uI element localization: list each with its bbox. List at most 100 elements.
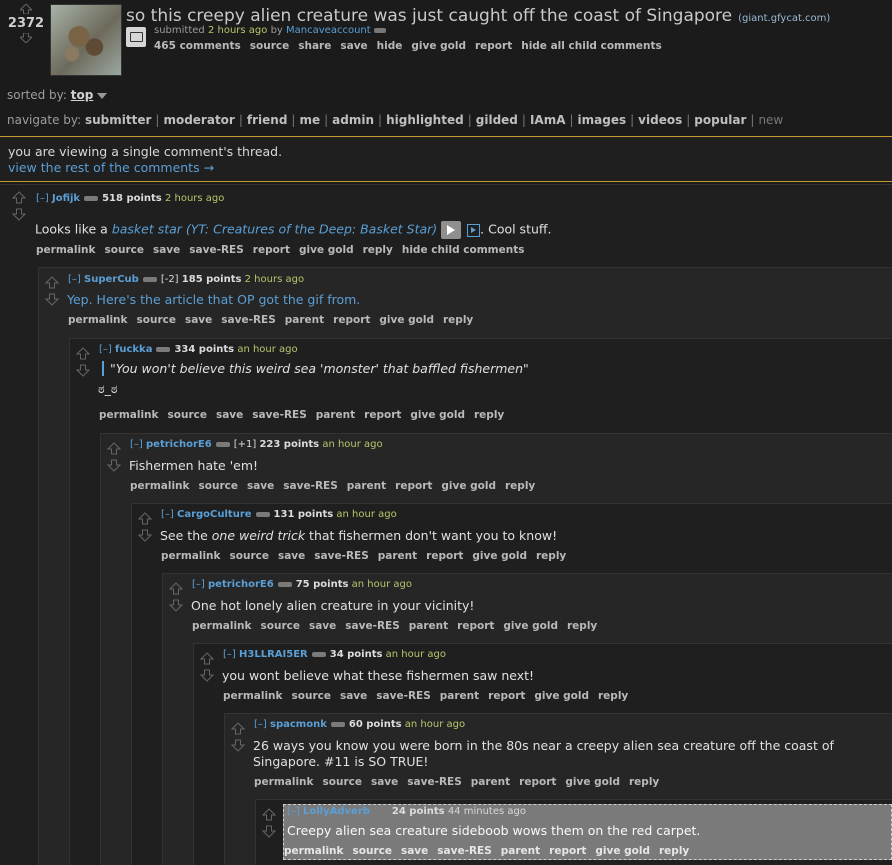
save-res-button[interactable]: save-RES xyxy=(376,690,430,702)
share-button[interactable]: share xyxy=(298,40,331,52)
comment-author[interactable]: petrichorE6 xyxy=(208,579,274,590)
source-button[interactable]: source xyxy=(292,690,331,702)
nav-moderator[interactable]: moderator xyxy=(163,113,234,127)
collapse-toggle[interactable]: [–] xyxy=(287,806,300,817)
vote-arrows-icon[interactable] xyxy=(231,722,245,752)
source-button[interactable]: source xyxy=(230,550,269,562)
parent-button[interactable]: parent xyxy=(471,776,510,788)
collapse-toggle[interactable]: [–] xyxy=(161,509,174,520)
reply-button[interactable]: reply xyxy=(629,776,659,788)
collapse-toggle[interactable]: [–] xyxy=(68,274,81,285)
permalink-button[interactable]: permalink xyxy=(99,409,159,421)
give-gold-button[interactable]: give gold xyxy=(534,690,589,702)
source-button[interactable]: source xyxy=(137,314,176,326)
post-domain[interactable]: (giant.gfycat.com) xyxy=(738,13,830,24)
permalink-button[interactable]: permalink xyxy=(254,776,314,788)
source-button[interactable]: source xyxy=(323,776,362,788)
chevron-down-icon[interactable] xyxy=(97,92,108,99)
save-button[interactable]: save xyxy=(401,845,428,857)
reply-button[interactable]: reply xyxy=(474,409,504,421)
save-button[interactable]: save xyxy=(309,620,336,632)
report-button[interactable]: report xyxy=(426,550,463,562)
comment-author[interactable]: H3LLRAI5ER xyxy=(239,649,308,660)
comments-button[interactable]: 465 comments xyxy=(154,40,241,52)
give-gold-button[interactable]: give gold xyxy=(410,409,465,421)
save-button[interactable]: save xyxy=(340,40,367,52)
post-title[interactable]: so this creepy alien creature was just c… xyxy=(126,6,732,26)
comment-author[interactable]: spacmonk xyxy=(270,719,327,730)
permalink-button[interactable]: permalink xyxy=(130,480,190,492)
hide-child-comments-button[interactable]: hide child comments xyxy=(402,244,525,256)
author-tag-icon[interactable] xyxy=(311,651,326,657)
nav-admin[interactable]: admin xyxy=(332,113,374,127)
save-res-button[interactable]: save-RES xyxy=(252,409,306,421)
permalink-button[interactable]: permalink xyxy=(192,620,252,632)
nav-gilded[interactable]: gilded xyxy=(476,113,518,127)
save-button[interactable]: save xyxy=(185,314,212,326)
save-res-button[interactable]: save-RES xyxy=(283,480,337,492)
save-button[interactable]: save xyxy=(153,244,180,256)
author-tag-icon[interactable] xyxy=(373,27,386,33)
parent-button[interactable]: parent xyxy=(285,314,324,326)
play-video-icon[interactable] xyxy=(441,221,462,239)
parent-button[interactable]: parent xyxy=(378,550,417,562)
vote-arrows-icon[interactable] xyxy=(76,347,90,377)
comment-author[interactable]: CargoCulture xyxy=(177,509,252,520)
permalink-button[interactable]: permalink xyxy=(284,845,344,857)
give-gold-button[interactable]: give gold xyxy=(379,314,434,326)
save-res-button[interactable]: save-RES xyxy=(437,845,491,857)
vote-arrows-icon[interactable] xyxy=(138,512,152,542)
give-gold-button[interactable]: give gold xyxy=(503,620,558,632)
author-tag-icon[interactable] xyxy=(255,511,270,517)
source-button[interactable]: source xyxy=(168,409,207,421)
save-button[interactable]: save xyxy=(216,409,243,421)
nav-images[interactable]: images xyxy=(578,113,627,127)
reply-button[interactable]: reply xyxy=(536,550,566,562)
reply-button[interactable]: reply xyxy=(659,845,689,857)
reply-button[interactable]: reply xyxy=(363,244,393,256)
permalink-button[interactable]: permalink xyxy=(223,690,283,702)
collapse-toggle[interactable]: [–] xyxy=(36,193,49,204)
basket-star-link[interactable]: basket star (YT: Creatures of the Deep: … xyxy=(112,222,437,237)
parent-button[interactable]: parent xyxy=(440,690,479,702)
reply-button[interactable]: reply xyxy=(505,480,535,492)
source-button[interactable]: source xyxy=(199,480,238,492)
reply-button[interactable]: reply xyxy=(443,314,473,326)
report-button[interactable]: report xyxy=(364,409,401,421)
give-gold-button[interactable]: give gold xyxy=(411,40,466,52)
save-button[interactable]: save xyxy=(340,690,367,702)
comment-author[interactable]: LollyAdverb xyxy=(303,806,370,817)
author-tag-icon[interactable] xyxy=(330,721,345,727)
collapse-toggle[interactable]: [–] xyxy=(192,579,205,590)
save-button[interactable]: save xyxy=(278,550,305,562)
nav-highlighted[interactable]: highlighted xyxy=(386,113,464,127)
nav-videos[interactable]: videos xyxy=(638,113,682,127)
author-tag-icon[interactable] xyxy=(277,581,292,587)
author-tag-icon[interactable] xyxy=(84,195,99,201)
collapse-toggle[interactable]: [–] xyxy=(223,649,236,660)
save-res-button[interactable]: save-RES xyxy=(221,314,275,326)
reply-button[interactable]: reply xyxy=(598,690,628,702)
article-link[interactable]: Yep. Here's the article that OP got the … xyxy=(67,292,360,307)
report-button[interactable]: report xyxy=(253,244,290,256)
view-rest-link[interactable]: view the rest of the comments → xyxy=(8,160,884,175)
author-tag-icon[interactable] xyxy=(142,276,157,282)
comment-author[interactable]: petrichorE6 xyxy=(146,439,212,450)
nav-iama[interactable]: IAmA xyxy=(530,113,566,127)
report-button[interactable]: report xyxy=(488,690,525,702)
give-gold-button[interactable]: give gold xyxy=(565,776,620,788)
nav-friend[interactable]: friend xyxy=(247,113,288,127)
give-gold-button[interactable]: give gold xyxy=(441,480,496,492)
vote-arrows-icon[interactable] xyxy=(169,582,183,612)
upvote-icon[interactable] xyxy=(20,4,32,14)
permalink-button[interactable]: permalink xyxy=(161,550,221,562)
parent-button[interactable]: parent xyxy=(316,409,355,421)
author-tag-icon[interactable] xyxy=(373,808,388,814)
vote-arrows-icon[interactable] xyxy=(262,808,276,838)
source-button[interactable]: source xyxy=(353,845,392,857)
comment-author[interactable]: fuckka xyxy=(115,344,152,355)
report-button[interactable]: report xyxy=(549,845,586,857)
source-button[interactable]: source xyxy=(261,620,300,632)
author-tag-icon[interactable] xyxy=(156,346,171,352)
save-res-button[interactable]: save-RES xyxy=(314,550,368,562)
